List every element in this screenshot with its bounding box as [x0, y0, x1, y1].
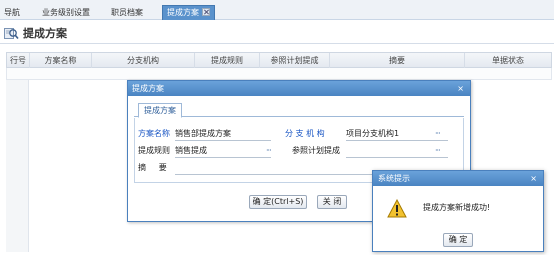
dialog-close-icon[interactable]: ×: [457, 81, 464, 96]
rule-label: 提成规则: [138, 146, 170, 155]
tab-commission-scheme[interactable]: 提成方案: [162, 5, 215, 20]
grid-new-row[interactable]: [6, 68, 552, 80]
system-alert: 系统提示 × 提成方案新增成功! 确 定: [372, 170, 544, 252]
col-rule[interactable]: 提成规则: [195, 53, 260, 68]
rule-input[interactable]: 销售提成: [175, 146, 207, 156]
page-title: 提成方案: [23, 27, 67, 40]
page-header: 提成方案: [4, 24, 67, 42]
tab-navigation[interactable]: 导航: [4, 6, 20, 20]
tab-commission-scheme-label: 提成方案: [167, 8, 199, 17]
col-row-number[interactable]: 行号: [7, 53, 30, 68]
tab-business-level[interactable]: 业务级别设置: [42, 6, 90, 20]
alert-title: 系统提示: [378, 174, 410, 183]
col-ref-plan[interactable]: 参照计划提成: [260, 53, 330, 68]
branch-lookup-icon[interactable]: ···: [435, 130, 441, 138]
confirm-button[interactable]: 确 定(Ctrl+S): [249, 195, 307, 209]
tab-bar: 导航 业务级别设置 职员档案 提成方案: [0, 0, 554, 20]
dialog-title: 提成方案: [132, 84, 164, 93]
rule-underline: [175, 157, 271, 158]
scheme-name-underline: [175, 140, 271, 141]
close-button[interactable]: 关 闭: [317, 195, 347, 209]
dialog-tab-strip: 提成方案: [134, 103, 464, 118]
alert-ok-button[interactable]: 确 定: [443, 233, 473, 247]
col-status[interactable]: 单据状态: [465, 53, 551, 68]
branch-underline: [346, 140, 448, 141]
branch-input[interactable]: 项目分支机构1: [346, 129, 399, 139]
tab-close-icon[interactable]: [202, 8, 210, 16]
tab-staff-file[interactable]: 职员档案: [111, 6, 143, 20]
alert-close-icon[interactable]: ×: [530, 171, 537, 186]
col-scheme-name[interactable]: 方案名称: [30, 53, 92, 68]
magnifier-icon: [4, 27, 19, 39]
warning-icon: [387, 199, 407, 218]
ref-plan-label: 参照计划提成: [292, 146, 340, 155]
grid-row-number-gutter: [6, 80, 29, 252]
ref-plan-lookup-icon[interactable]: ···: [435, 147, 441, 155]
summary-label: 摘 要: [138, 163, 167, 172]
header-divider: [0, 43, 554, 44]
dialog-titlebar[interactable]: 提成方案 ×: [128, 81, 470, 96]
rule-lookup-icon[interactable]: ···: [266, 147, 272, 155]
grid-header: 行号 方案名称 分支机构 提成规则 参照计划提成 摘要 单据状态: [6, 52, 552, 68]
branch-label: 分 支 机 构: [285, 129, 325, 138]
scheme-name-label: 方案名称: [138, 129, 170, 138]
ref-plan-underline: [346, 157, 448, 158]
alert-message: 提成方案新增成功!: [423, 203, 491, 212]
alert-titlebar[interactable]: 系统提示 ×: [373, 171, 543, 186]
col-branch[interactable]: 分支机构: [92, 53, 195, 68]
dialog-tab-scheme[interactable]: 提成方案: [138, 103, 182, 118]
col-summary[interactable]: 摘要: [330, 53, 465, 68]
scheme-name-input[interactable]: 销售部提成方案: [175, 129, 231, 139]
